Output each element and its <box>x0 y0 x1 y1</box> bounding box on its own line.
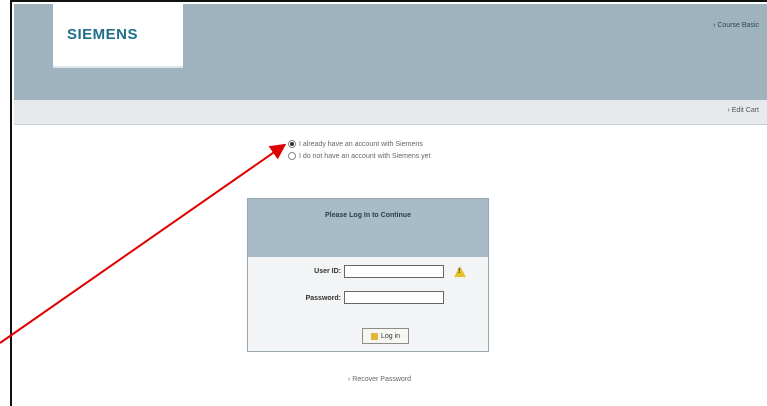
password-label: Password: <box>305 295 341 302</box>
account-option-existing[interactable]: I already have an account with Siemens <box>288 138 431 150</box>
login-button[interactable]: Log in <box>362 328 409 344</box>
sub-navigation-bar: › Edit Cart <box>14 100 767 125</box>
edit-cart-link[interactable]: › Edit Cart <box>727 107 759 114</box>
account-option-new[interactable]: I do not have an account with Siemens ye… <box>288 150 431 162</box>
user-id-label: User ID: <box>314 268 341 275</box>
login-title: Please Log In to Continue <box>325 212 411 219</box>
radio-new-label: I do not have an account with Siemens ye… <box>299 152 431 160</box>
account-options: I already have an account with Siemens I… <box>288 138 431 162</box>
radio-new-account[interactable] <box>288 152 296 160</box>
user-id-input[interactable] <box>344 265 444 278</box>
login-form: User ID: ! Password: Log in <box>248 257 488 351</box>
login-box: Please Log In to Continue User ID: ! Pas… <box>247 198 489 352</box>
login-arrow-icon <box>370 332 378 340</box>
siemens-logo[interactable]: SIEMENS <box>67 26 138 43</box>
logo-box: SIEMENS <box>53 4 183 66</box>
password-input[interactable] <box>344 291 444 304</box>
radio-existing-account[interactable] <box>288 140 296 148</box>
recover-password-link[interactable]: › Recover Password <box>348 376 411 383</box>
top-right-link[interactable]: › Course Basic <box>713 22 759 29</box>
radio-existing-label: I already have an account with Siemens <box>299 140 423 148</box>
warning-icon-mark: ! <box>458 268 461 275</box>
login-button-label: Log in <box>380 332 401 340</box>
site-header: SIEMENS › Course Basic <box>14 4 767 100</box>
logo-underline <box>53 66 183 68</box>
login-header: Please Log In to Continue <box>248 199 488 257</box>
